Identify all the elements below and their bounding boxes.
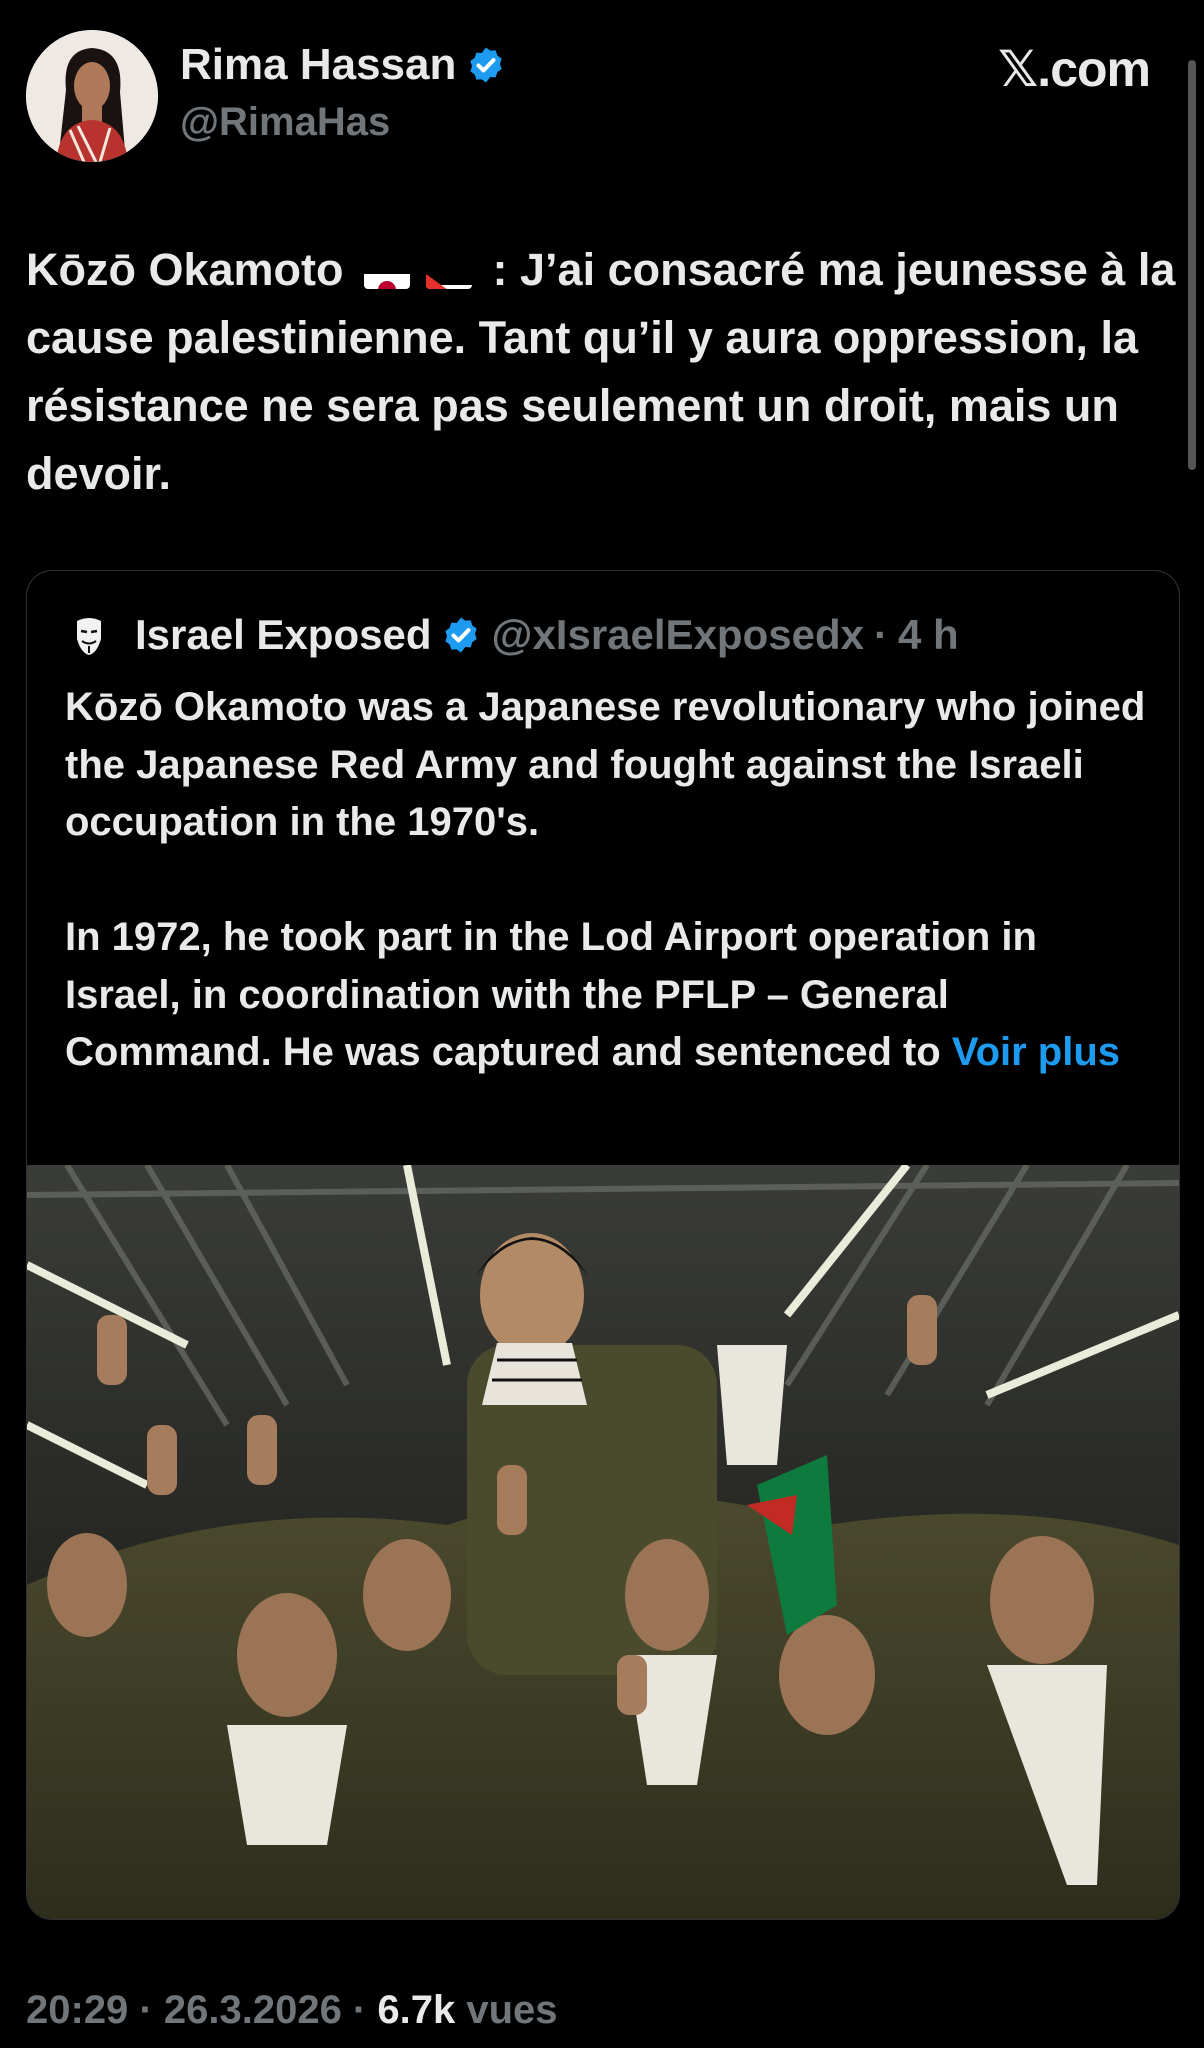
quoted-separator: · <box>873 611 888 658</box>
meta-separator: · <box>341 1988 378 2032</box>
meta-separator: · <box>128 1988 164 2032</box>
quoted-tweet-text: Kōzō Okamoto was a Japanese revolutionar… <box>65 679 1155 1082</box>
tweet-text: Kōzō Okamoto : J’ai consacré ma jeunesse… <box>26 236 1186 508</box>
views-count: 6.7k <box>377 1988 456 2032</box>
x-logo-brand[interactable]: 𝕏.com <box>998 40 1151 98</box>
tweet-text-start: Kōzō Okamoto <box>26 244 344 295</box>
quoted-author-name[interactable]: Israel Exposed <box>135 611 431 658</box>
tweet-time[interactable]: 20:29 <box>26 1988 128 2032</box>
quoted-timestamp[interactable]: 4 h <box>898 611 959 658</box>
group-photo-image <box>27 1162 1179 1919</box>
verified-badge-icon <box>470 47 503 83</box>
tweet-meta: 20:29 · 26.3.2026 · 6.7k vues <box>26 1988 558 2033</box>
palestine-flag-icon <box>426 257 473 289</box>
tweet-date[interactable]: 26.3.2026 <box>164 1988 342 2032</box>
quoted-author-handle[interactable]: @xIsraelExposedx <box>491 611 863 658</box>
japan-flag-icon <box>364 257 411 289</box>
author-name[interactable]: Rima Hassan <box>180 40 506 90</box>
author-avatar[interactable] <box>26 30 158 162</box>
avatar-image <box>26 30 158 162</box>
scrollbar[interactable] <box>1188 60 1196 470</box>
see-more-link[interactable]: Voir plus <box>952 1030 1120 1074</box>
views-label: vues <box>455 1988 558 2032</box>
quoted-body: Kōzō Okamoto was a Japanese revolutionar… <box>65 685 1146 1074</box>
author-name-text: Rima Hassan <box>180 40 457 89</box>
quoted-tweet-photo[interactable] <box>27 1162 1179 1919</box>
verified-badge-icon <box>445 617 478 653</box>
author-handle[interactable]: @RimaHas <box>180 100 390 145</box>
mask-avatar-icon[interactable] <box>67 613 111 657</box>
quoted-tweet-card[interactable]: Israel Exposed @xIsraelExposedx · 4 h Kōzō … <box>26 570 1180 1920</box>
quoted-tweet-header: Israel Exposed @xIsraelExposedx · 4 h <box>67 611 959 659</box>
